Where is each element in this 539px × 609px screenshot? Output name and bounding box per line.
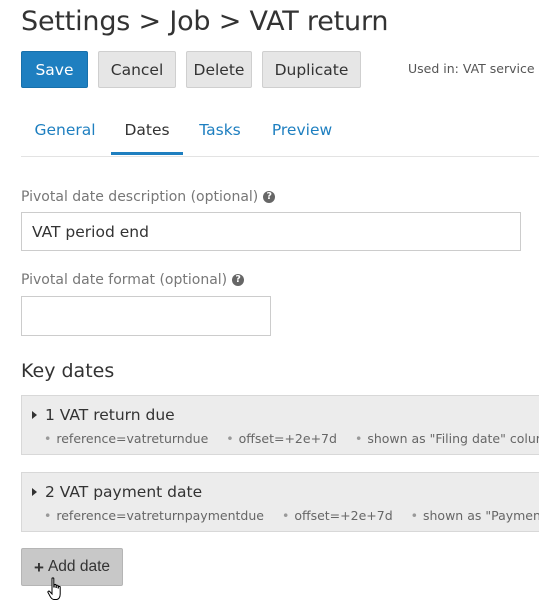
key-date-meta: • reference=vatreturndue • offset=+2e+7d •… [44, 431, 539, 446]
bullet-icon: • [281, 508, 290, 523]
hand-cursor-icon [47, 577, 61, 600]
meta-shown-as-text: shown as "Payment date" column [423, 508, 539, 523]
help-icon[interactable]: ? [263, 191, 276, 203]
bullet-icon: • [226, 431, 234, 446]
cancel-button[interactable]: Cancel [98, 51, 176, 88]
duplicate-button[interactable]: Duplicate [262, 51, 361, 88]
key-date-title: 2 VAT payment date [32, 483, 202, 501]
delete-button[interactable]: Delete [186, 51, 252, 88]
tab-dates[interactable]: Dates [111, 110, 183, 155]
save-button[interactable]: Save [21, 51, 88, 88]
tab-general[interactable]: General [21, 110, 109, 155]
meta-shown-as-text: shown as "Filing date" column [367, 431, 539, 446]
bullet-icon: • [410, 508, 418, 523]
meta-reference: • reference=vatreturndue [44, 431, 208, 446]
tab-preview[interactable]: Preview [267, 110, 337, 155]
bullet-icon: • [354, 431, 363, 446]
bullet-icon: • [44, 508, 52, 523]
key-date-item[interactable]: 2 VAT payment date • reference=vatreturnp… [21, 472, 539, 532]
meta-offset-text: offset=+2e+7d [238, 431, 337, 446]
key-date-meta: • reference=vatreturnpaymentdue • offset=+… [44, 508, 539, 523]
plus-icon: + [34, 557, 44, 577]
bullet-icon: • [44, 431, 52, 446]
key-date-title-text: 1 VAT return due [45, 406, 175, 424]
meta-reference: • reference=vatreturnpaymentdue [44, 508, 264, 523]
tab-tasks[interactable]: Tasks [193, 110, 247, 155]
meta-offset-text: offset=+2e+7d [294, 508, 393, 523]
key-date-title: 1 VAT return due [32, 406, 175, 424]
meta-reference-text: reference=vatreturnpaymentdue [56, 508, 264, 523]
key-date-title-text: 2 VAT payment date [45, 483, 203, 501]
add-date-button[interactable]: + Add date [21, 548, 123, 586]
caret-right-icon [32, 411, 37, 419]
pivotal-format-label: Pivotal date format (optional) ? [21, 272, 245, 288]
pivotal-format-input[interactable] [21, 296, 271, 336]
pivotal-format-label-text: Pivotal date format (optional) [21, 272, 228, 288]
pivotal-description-input[interactable] [21, 212, 521, 251]
pivotal-description-label: Pivotal date description (optional) ? [21, 189, 276, 205]
tab-bar: General Dates Tasks Preview [21, 110, 539, 157]
meta-offset: • offset=+2e+7d [226, 431, 337, 446]
help-icon[interactable]: ? [232, 274, 245, 286]
key-date-item[interactable]: 1 VAT return due • reference=vatreturndue… [21, 395, 539, 455]
key-dates-heading: Key dates [21, 360, 115, 382]
meta-offset: • offset=+2e+7d [282, 508, 393, 523]
add-date-label: Add date [47, 558, 110, 575]
meta-shown-as: • shown as "Filing date" column [355, 431, 539, 446]
pivotal-description-label-text: Pivotal date description (optional) [21, 189, 259, 205]
page-title: Settings > Job > VAT return [21, 6, 389, 37]
caret-right-icon [32, 488, 37, 496]
meta-reference-text: reference=vatreturndue [56, 431, 209, 446]
toolbar: Save Cancel Delete Duplicate [21, 51, 371, 88]
used-in-text: Used in: VAT service [408, 61, 535, 76]
meta-shown-as: • shown as "Payment date" column [411, 508, 539, 523]
